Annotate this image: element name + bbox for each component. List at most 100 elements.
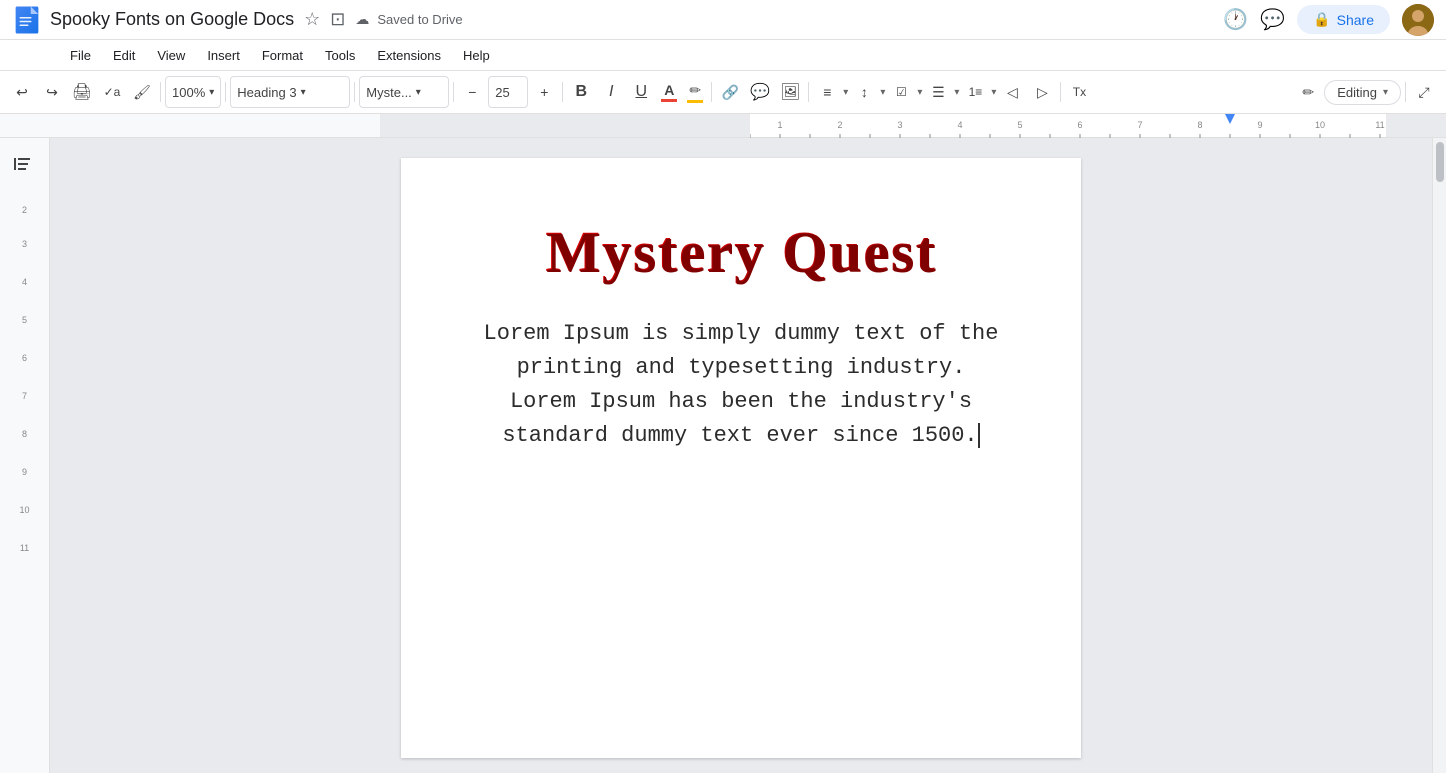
- docs-logo-icon: [12, 5, 42, 35]
- svg-text:6: 6: [1077, 120, 1082, 130]
- user-avatar[interactable]: [1402, 4, 1434, 36]
- share-label: Share: [1337, 12, 1374, 28]
- toolbar-divider-9: [1405, 82, 1406, 102]
- toolbar-divider-8: [1060, 82, 1061, 102]
- outline-toggle[interactable]: [0, 138, 49, 195]
- style-chevron-icon: ▾: [301, 87, 306, 98]
- vertical-scrollbar[interactable]: [1432, 138, 1446, 773]
- menu-tools[interactable]: Tools: [315, 44, 365, 67]
- title-bar-right: 🕐 💬 🔒 Share: [1223, 4, 1434, 36]
- document-page: Mystery Quest Lorem Ipsum is simply dumm…: [401, 158, 1081, 758]
- print-button[interactable]: 🖨: [68, 78, 96, 106]
- editing-chevron-icon: ▾: [1383, 87, 1388, 98]
- saved-status: Saved to Drive: [377, 12, 462, 27]
- paragraph-style-value: Heading 3: [237, 85, 296, 100]
- main-area: 2 3 4 5 6 7 8 9 10 11 Mystery Quest Lore…: [0, 138, 1446, 773]
- checklist-chevron-icon: ▾: [917, 87, 922, 98]
- title-bar: Spooky Fonts on Google Docs ☆ ⊡ ☁ Saved …: [0, 0, 1446, 40]
- suggest-icon[interactable]: ✏: [1294, 78, 1322, 106]
- paint-format-button[interactable]: 🖌: [128, 78, 156, 106]
- vertical-ruler: 2 3 4 5 6 7 8 9 10 11: [0, 195, 49, 773]
- numbered-list-button[interactable]: 1≡: [961, 78, 989, 106]
- menu-insert[interactable]: Insert: [197, 44, 250, 67]
- toolbar-divider-4: [453, 82, 454, 102]
- insert-comment-button[interactable]: 💬: [746, 78, 774, 106]
- insert-image-button[interactable]: 🖼: [776, 78, 804, 106]
- font-color-button[interactable]: A: [657, 80, 681, 104]
- font-color-letter: A: [664, 82, 674, 98]
- toolbar-divider-3: [354, 82, 355, 102]
- underline-button[interactable]: U: [627, 78, 655, 106]
- font-select[interactable]: Myste... ▾: [359, 76, 449, 108]
- svg-text:4: 4: [957, 120, 962, 130]
- share-button[interactable]: 🔒 Share: [1297, 5, 1390, 34]
- font-size-value: 25: [495, 85, 509, 100]
- menu-edit[interactable]: Edit: [103, 44, 145, 67]
- svg-text:11: 11: [1375, 120, 1384, 130]
- toolbar: ↩ ↪ 🖨 ✓a 🖌 100% ▾ Heading 3 ▾ Myste... ▾…: [0, 70, 1446, 114]
- toolbar-divider-5: [562, 82, 563, 102]
- ruler-right-margin: [1386, 114, 1446, 137]
- italic-button[interactable]: I: [597, 78, 625, 106]
- toolbar-divider-2: [225, 82, 226, 102]
- align-button[interactable]: ≡: [813, 78, 841, 106]
- clear-formatting-button[interactable]: Tx: [1065, 78, 1093, 106]
- menu-help[interactable]: Help: [453, 44, 500, 67]
- svg-text:7: 7: [1137, 120, 1142, 130]
- font-color-bar: [661, 99, 677, 102]
- font-size-increase-button[interactable]: +: [530, 78, 558, 106]
- scrollbar-thumb[interactable]: [1436, 142, 1444, 182]
- indent-increase-button[interactable]: ▷: [1028, 78, 1056, 106]
- zoom-chevron-icon: ▾: [209, 87, 214, 98]
- comments-icon[interactable]: 💬: [1260, 7, 1285, 32]
- outline-icon: [12, 154, 32, 174]
- menu-bar: File Edit View Insert Format Tools Exten…: [0, 40, 1446, 70]
- line-spacing-chevron-icon: ▾: [880, 87, 885, 98]
- document-heading: Mystery Quest: [481, 218, 1001, 285]
- insert-link-button[interactable]: 🔗: [716, 78, 744, 106]
- document-title: Spooky Fonts on Google Docs: [50, 9, 294, 30]
- expand-button[interactable]: ⤢: [1410, 78, 1438, 106]
- folder-icon[interactable]: ⊡: [328, 7, 347, 32]
- lock-icon: 🔒: [1313, 11, 1330, 28]
- cloud-saved-icon[interactable]: ☁: [353, 9, 371, 30]
- bold-button[interactable]: B: [567, 78, 595, 106]
- history-icon[interactable]: 🕐: [1223, 7, 1248, 32]
- font-size-input[interactable]: 25: [488, 76, 528, 108]
- cursor: ​: [978, 423, 980, 448]
- ruler-content: 1 2 3 4 5 6 7 8: [750, 114, 1386, 137]
- svg-text:5: 5: [1017, 120, 1022, 130]
- svg-text:3: 3: [897, 120, 902, 130]
- title-quick-actions: ☆ ⊡ ☁ Saved to Drive: [302, 7, 463, 32]
- highlight-button[interactable]: ✏: [683, 80, 707, 105]
- spell-check-button[interactable]: ✓a: [98, 78, 126, 106]
- svg-text:8: 8: [1197, 120, 1202, 130]
- paragraph-style-select[interactable]: Heading 3 ▾: [230, 76, 350, 108]
- toolbar-divider-6: [711, 82, 712, 102]
- menu-extensions[interactable]: Extensions: [367, 44, 451, 67]
- editing-mode-select[interactable]: Editing ▾: [1324, 80, 1401, 105]
- editing-mode-label: Editing: [1337, 85, 1377, 100]
- document-body[interactable]: Lorem Ipsum is simply dummy text of the …: [481, 317, 1001, 453]
- indent-decrease-button[interactable]: ◁: [998, 78, 1026, 106]
- ruler-left-margin: [380, 114, 750, 137]
- menu-view[interactable]: View: [147, 44, 195, 67]
- menu-format[interactable]: Format: [252, 44, 313, 67]
- numbered-chevron-icon: ▾: [991, 87, 996, 98]
- bullet-list-button[interactable]: ☰: [924, 78, 952, 106]
- svg-text:10: 10: [1315, 120, 1325, 130]
- font-size-decrease-button[interactable]: −: [458, 78, 486, 106]
- font-value: Myste...: [366, 85, 412, 100]
- star-icon[interactable]: ☆: [302, 7, 322, 32]
- toolbar-divider-1: [160, 82, 161, 102]
- checklist-button[interactable]: ☑: [887, 78, 915, 106]
- zoom-select[interactable]: 100% ▾: [165, 76, 221, 108]
- menu-file[interactable]: File: [60, 44, 101, 67]
- redo-button[interactable]: ↪: [38, 78, 66, 106]
- heading-text: Mystery Quest: [545, 219, 937, 284]
- bullet-chevron-icon: ▾: [954, 87, 959, 98]
- document-area[interactable]: Mystery Quest Lorem Ipsum is simply dumm…: [50, 138, 1432, 773]
- line-spacing-button[interactable]: ↕: [850, 78, 878, 106]
- undo-button[interactable]: ↩: [8, 78, 36, 106]
- svg-text:9: 9: [1257, 120, 1262, 130]
